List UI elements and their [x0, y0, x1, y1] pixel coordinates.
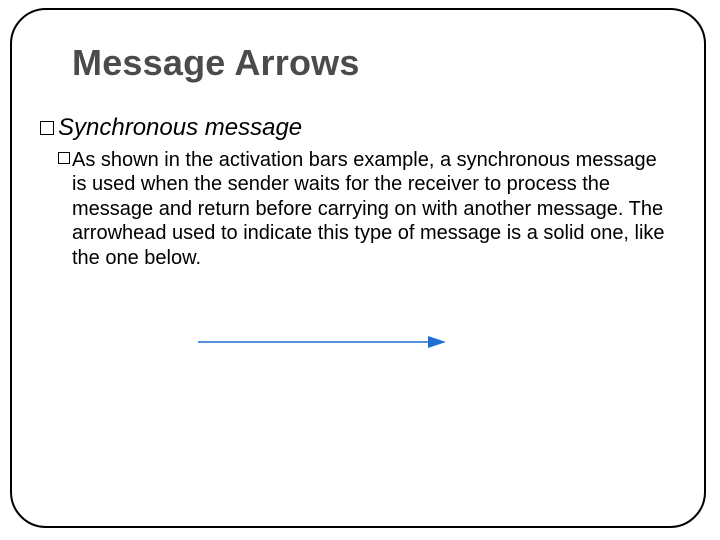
slide-title: Message Arrows [72, 42, 360, 84]
section-heading: Synchronous message [58, 116, 302, 140]
body-paragraph: As shown in the activation bars example,… [72, 148, 666, 270]
bullet-level-2: As shown in the activation bars example,… [58, 148, 666, 270]
arrow-icon [198, 332, 446, 352]
square-bullet-icon [58, 152, 70, 164]
square-bullet-icon [40, 121, 54, 135]
arrow-diagram [198, 332, 446, 352]
bullet-level-1: Synchronous message [40, 116, 302, 140]
